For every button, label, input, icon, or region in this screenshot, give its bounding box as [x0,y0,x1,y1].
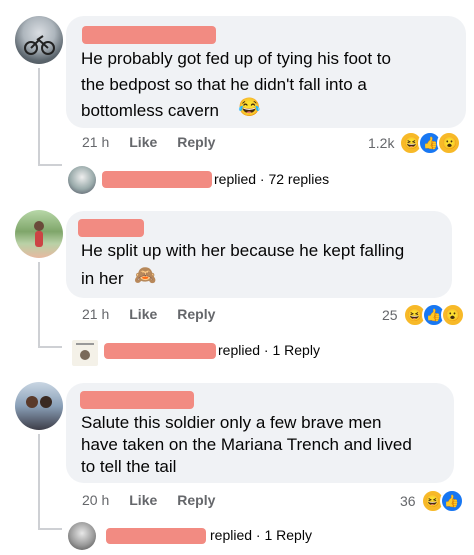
reply-button[interactable]: Reply [177,134,215,150]
comment-bubble: He probably got fed up of tying his foot… [66,16,466,128]
replier-avatar[interactable] [68,166,96,194]
motorcycle-icon [24,35,55,55]
comment-text-line: to tell the tail [81,457,177,476]
redacted-name [104,343,216,359]
reply-button[interactable]: Reply [177,306,215,322]
replier-avatar[interactable] [68,522,96,550]
like-button[interactable]: Like [129,134,157,150]
reply-button[interactable]: Reply [177,492,215,508]
commenter-avatar[interactable] [15,16,63,64]
like-button[interactable]: Like [129,492,157,508]
wow-reaction-icon: 😮 [440,303,465,327]
like-reaction-icon: 👍 [439,489,464,513]
view-replies-link[interactable]: replied · 1 Reply [218,342,320,358]
commenter-avatar[interactable] [15,210,63,258]
reaction-summary[interactable]: 36 😆 👍 [400,489,464,513]
comment-text-line: in her [81,269,124,288]
comment-text-line: He split up with her because he kept fal… [81,241,405,260]
thread-curve [38,164,62,166]
comment-bubble: Salute this soldier only a few brave men… [66,383,454,483]
comment-text-line: the bedpost so that he didn't fall into … [81,75,367,94]
comment-time[interactable]: 21 h [82,134,109,150]
couple-photo-icon [26,396,52,408]
view-replies-link[interactable]: replied · 1 Reply [210,527,312,543]
replies-label: replied · 1 Reply [218,342,320,358]
comment-time[interactable]: 21 h [82,306,109,322]
reaction-summary[interactable]: 25 😆 👍 😮 [382,303,465,327]
like-button[interactable]: Like [129,306,157,322]
comment-text-line: bottomless cavern [81,101,219,120]
replies-label: replied · 72 replies [214,171,330,187]
redacted-name [80,391,194,409]
thread-line [38,434,40,530]
thread-line [38,68,40,166]
replies-label: replied · 1 Reply [210,527,312,543]
replier-avatar[interactable] [72,340,98,366]
reaction-summary[interactable]: 1.2k 😆 👍 😮 [368,131,462,155]
redacted-name [82,26,216,44]
thread-curve [38,346,62,348]
reaction-count: 36 [400,493,416,509]
thread-curve [38,528,62,530]
portrait-icon [76,343,94,360]
reaction-count: 1.2k [368,135,395,151]
reaction-count: 25 [382,307,398,323]
comment-time[interactable]: 20 h [82,492,109,508]
wow-reaction-icon: 😮 [437,131,462,155]
commenter-avatar[interactable] [15,382,63,430]
see-no-evil-monkey-icon: 🙈 [134,265,157,285]
laughing-emoji-icon: 😂 [238,97,261,117]
person-icon [34,221,44,247]
redacted-name [102,171,212,188]
view-replies-link[interactable]: replied · 72 replies [214,171,329,187]
comment-bubble: He split up with her because he kept fal… [66,211,452,298]
thread-line [38,262,40,348]
redacted-name [106,528,206,544]
redacted-name [78,219,144,237]
comment-text-line: He probably got fed up of tying his foot… [81,49,391,68]
